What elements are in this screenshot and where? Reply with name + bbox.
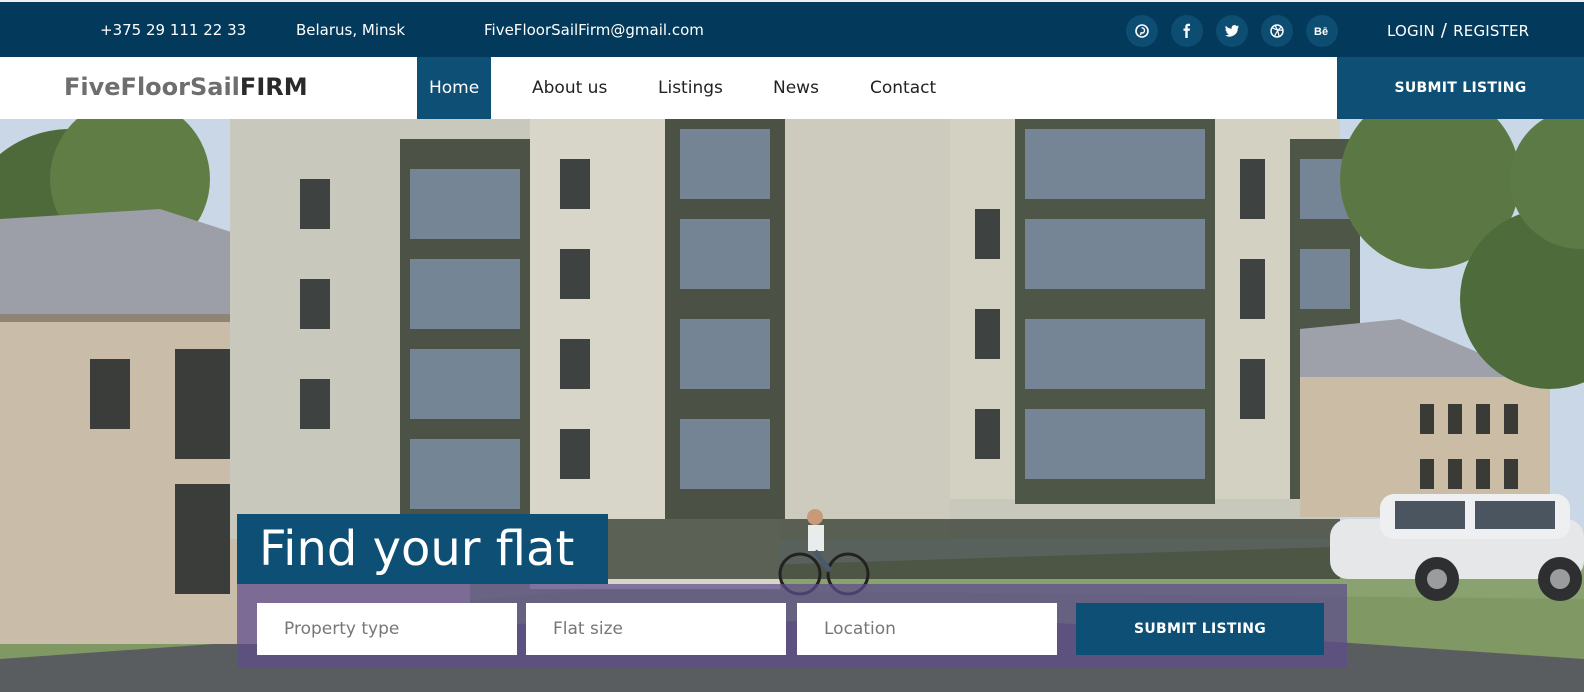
hero-submit-listing-button[interactable]: SUBMIT LISTING [1076, 603, 1324, 655]
twitter-icon[interactable] [1216, 15, 1248, 47]
nav-news[interactable]: News [773, 57, 819, 119]
location-field[interactable]: Location [797, 603, 1057, 655]
login-link[interactable]: LOGIN [1387, 22, 1435, 40]
nav-listings[interactable]: Listings [658, 57, 723, 119]
hero-section: Find your flat Property type Flat size L… [0, 119, 1584, 692]
flat-size-field[interactable]: Flat size [526, 603, 786, 655]
nav-home[interactable]: Home [417, 57, 492, 119]
nav-contact[interactable]: Contact [870, 57, 936, 119]
top-bar: +375 29 111 22 33 Belarus, Minsk FiveFlo… [0, 0, 1584, 57]
facebook-icon[interactable] [1171, 15, 1203, 47]
auth-links: LOGIN / REGISTER [1387, 20, 1529, 41]
location-text: Belarus, Minsk [296, 21, 406, 39]
logo-part2: FIRM [239, 73, 308, 101]
main-navbar: FiveFloorSailFIRM Home About us Listings… [0, 57, 1584, 119]
svg-text:Bē: Bē [1314, 26, 1328, 38]
auth-separator: / [1440, 20, 1448, 41]
nav-about-us[interactable]: About us [532, 57, 607, 119]
search-panel: Property type Flat size Location SUBMIT … [237, 584, 1347, 668]
property-type-field[interactable]: Property type [257, 603, 517, 655]
phone-number[interactable]: +375 29 111 22 33 [100, 21, 246, 39]
email-link[interactable]: FiveFloorSailFirm@gmail.com [484, 21, 704, 39]
submit-listing-button[interactable]: SUBMIT LISTING [1337, 57, 1584, 119]
hero-title: Find your flat [237, 514, 608, 584]
logo-part1: FiveFloorSail [64, 73, 240, 101]
behance-icon[interactable]: Bē [1306, 15, 1338, 47]
pinterest-icon[interactable] [1126, 15, 1158, 47]
dribbble-icon[interactable] [1261, 15, 1293, 47]
register-link[interactable]: REGISTER [1453, 22, 1529, 40]
site-logo[interactable]: FiveFloorSailFIRM [64, 73, 308, 101]
